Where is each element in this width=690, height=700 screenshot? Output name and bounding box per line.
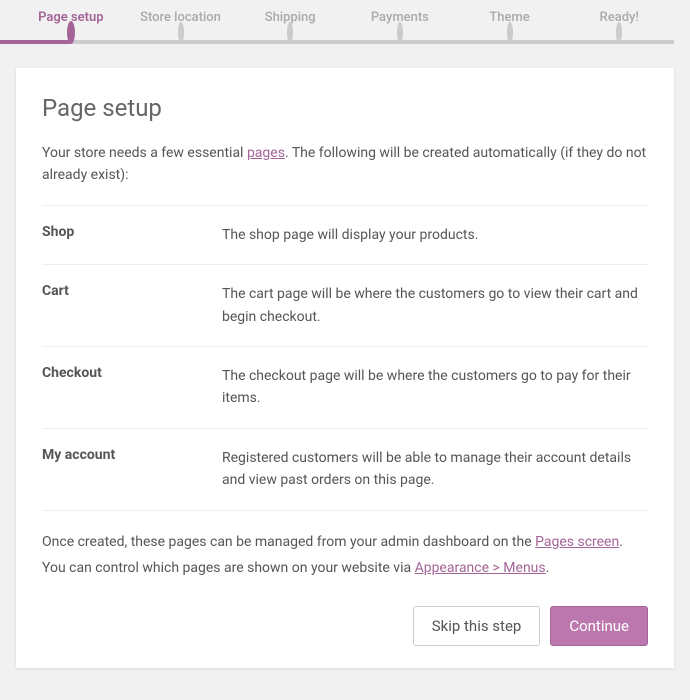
step-store-location[interactable]: Store location — [126, 10, 236, 40]
pages-screen-link[interactable]: Pages screen — [535, 534, 619, 550]
row-label-cart: Cart — [42, 283, 222, 328]
appearance-menus-link[interactable]: Appearance > Menus — [415, 560, 546, 576]
step-dot-icon — [287, 22, 293, 43]
table-row: Cart The cart page will be where the cus… — [42, 265, 648, 347]
table-row: Checkout The checkout page will be where… — [42, 347, 648, 429]
intro-text: Your store needs a few essential pages. … — [42, 142, 648, 187]
row-label-shop: Shop — [42, 224, 222, 246]
wizard-steps: Page setup Store location Shipping Payme… — [0, 0, 690, 68]
row-label-checkout: Checkout — [42, 365, 222, 410]
step-ready[interactable]: Ready! — [564, 10, 674, 40]
intro-before: Your store needs a few essential — [42, 145, 247, 161]
wizard-actions: Skip this step Continue — [42, 606, 648, 646]
row-desc: The cart page will be where the customer… — [222, 283, 648, 328]
row-desc: Registered customers will be able to man… — [222, 447, 648, 492]
continue-button[interactable]: Continue — [550, 606, 648, 646]
pages-table: Shop The shop page will display your pro… — [42, 205, 648, 511]
row-label-my-account: My account — [42, 447, 222, 492]
step-shipping[interactable]: Shipping — [235, 10, 345, 40]
row-desc: The checkout page will be where the cust… — [222, 365, 648, 410]
step-dot-icon — [616, 22, 622, 43]
pages-link[interactable]: pages — [247, 145, 285, 161]
row-desc: The shop page will display your products… — [222, 224, 648, 246]
step-dot-icon — [397, 22, 403, 43]
table-row: Shop The shop page will display your pro… — [42, 206, 648, 265]
step-payments[interactable]: Payments — [345, 10, 455, 40]
setup-wizard: Page setup Store location Shipping Payme… — [0, 0, 690, 668]
outro-text: Once created, these pages can be managed… — [42, 529, 648, 582]
outro-t3: . — [546, 560, 550, 576]
wizard-card: Page setup Your store needs a few essent… — [16, 68, 674, 668]
table-row: My account Registered customers will be … — [42, 429, 648, 511]
step-theme[interactable]: Theme — [455, 10, 565, 40]
page-title: Page setup — [42, 94, 648, 122]
outro-t1: Once created, these pages can be managed… — [42, 534, 535, 550]
step-page-setup[interactable]: Page setup — [16, 10, 126, 40]
skip-button[interactable]: Skip this step — [413, 606, 541, 646]
step-dot-icon — [67, 21, 75, 44]
step-dot-icon — [178, 22, 184, 43]
step-dot-icon — [507, 22, 513, 43]
